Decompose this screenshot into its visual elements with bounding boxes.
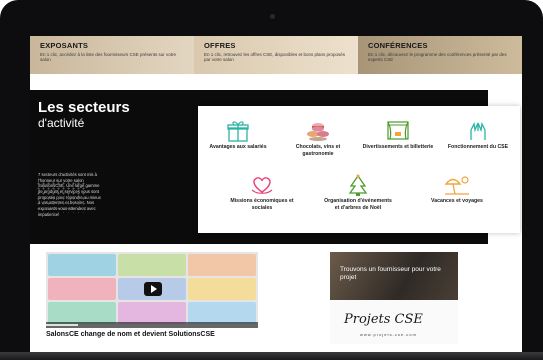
- section-title: Les secteurs: [38, 99, 130, 116]
- beach-umbrella-icon: [444, 176, 469, 195]
- sectors-card: Avantages aux salariés Chocolats, vins e…: [198, 106, 520, 233]
- sector-label: Avantages aux salariés: [209, 144, 267, 150]
- sector-label: Missions économiques et sociales: [230, 198, 294, 211]
- video-thumbnail: [48, 254, 116, 276]
- banner-title: OFFRES: [204, 41, 236, 50]
- banner-title: CONFÉRENCES: [368, 41, 428, 50]
- sector-item-missions[interactable]: Missions économiques et sociales: [226, 174, 298, 211]
- laptop-base: [0, 352, 543, 360]
- dot-pattern: [36, 181, 86, 213]
- sector-label: Organisation d'événements et d'arbres de…: [324, 198, 392, 211]
- christmas-tree-icon: [348, 174, 368, 196]
- sector-label: Vacances et voyages: [431, 198, 483, 204]
- gift-icon: [227, 121, 249, 142]
- banner-text: En 1 clic, découvrez le programme des co…: [368, 52, 507, 63]
- ad-headline: Trouvons un fournisseur pour votre proje…: [340, 266, 441, 281]
- video-progress[interactable]: [46, 324, 78, 326]
- sector-item-divertissements[interactable]: Divertissements et billetterie: [362, 120, 434, 151]
- video-thumbnail: [188, 278, 256, 300]
- macarons-icon: [307, 123, 329, 141]
- screen: EXPOSANTS En 1 clic, accédez à la liste …: [30, 36, 522, 352]
- sector-item-chocolats[interactable]: Chocolats, vins et gastronomie: [282, 120, 354, 157]
- webcam-icon: [270, 14, 275, 19]
- sector-label: Divertissements et billetterie: [362, 144, 434, 150]
- video-thumbnail: [48, 302, 116, 324]
- sector-item-fonctionnement[interactable]: Fonctionnement du CSE: [442, 120, 514, 151]
- play-icon[interactable]: [144, 282, 162, 296]
- banner-item-offres[interactable]: OFFRES En 1 clic, retrouvez les offres C…: [194, 36, 358, 74]
- ad-logo: Projets CSE: [344, 312, 423, 327]
- ad-url: www.projets-cse.com: [360, 332, 417, 337]
- sector-item-avantages[interactable]: Avantages aux salariés: [202, 120, 274, 151]
- sector-item-vacances[interactable]: Vacances et voyages: [412, 174, 502, 205]
- banner-item-conferences[interactable]: CONFÉRENCES En 1 clic, découvrez le prog…: [358, 36, 522, 74]
- banner-text: En 1 clic, accédez à la liste des fourni…: [40, 52, 177, 63]
- banner-item-exposants[interactable]: EXPOSANTS En 1 clic, accédez à la liste …: [30, 36, 194, 74]
- video-thumbnail: [118, 254, 186, 276]
- video-thumbnail: [48, 278, 116, 300]
- video-thumbnail: [118, 302, 186, 324]
- sector-label: Chocolats, vins et gastronomie: [295, 144, 341, 157]
- sector-label: Fonctionnement du CSE: [447, 144, 509, 150]
- video-player[interactable]: [46, 252, 258, 328]
- theater-icon: [387, 121, 409, 140]
- section-subtitle: d'activité: [38, 116, 85, 130]
- sector-item-organisation[interactable]: Organisation d'événements et d'arbres de…: [322, 174, 394, 211]
- video-controls[interactable]: [46, 322, 258, 328]
- feature-banner: EXPOSANTS En 1 clic, accédez à la liste …: [30, 36, 522, 74]
- heart-hands-icon: [251, 177, 273, 194]
- video-thumbnail: [188, 254, 256, 276]
- video-caption: SalonsCE change de nom et devient Soluti…: [46, 331, 215, 338]
- ad-banner[interactable]: Trouvons un fournisseur pour votre proje…: [330, 252, 458, 344]
- video-thumbnail: [188, 302, 256, 324]
- banner-title: EXPOSANTS: [40, 41, 89, 50]
- hands-icon: [470, 121, 486, 140]
- banner-text: En 1 clic, retrouvez les offres CSE, dis…: [204, 52, 345, 63]
